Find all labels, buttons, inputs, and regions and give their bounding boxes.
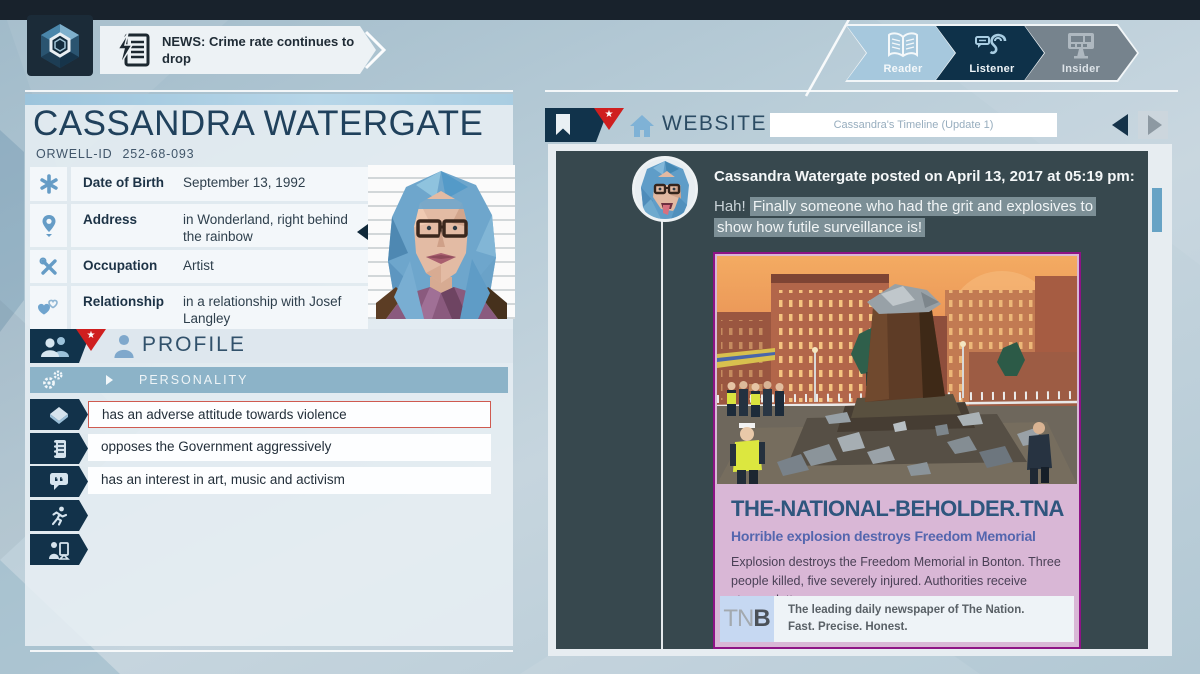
post-lead: Hah! bbox=[714, 198, 746, 215]
category-tab-beliefs[interactable] bbox=[30, 399, 88, 430]
field-value: September 13, 1992 bbox=[183, 175, 306, 190]
top-strip bbox=[0, 0, 1200, 20]
tnb-tagline-1: The leading daily newspaper of The Natio… bbox=[788, 604, 1025, 616]
tnb-logo-tn: TN bbox=[723, 605, 754, 632]
tnb-tagline-2: Fast. Precise. Honest. bbox=[788, 621, 908, 633]
category-tab-records[interactable] bbox=[30, 433, 88, 464]
traveler-icon bbox=[48, 540, 70, 560]
field-label: Address bbox=[83, 212, 138, 227]
ear-icon bbox=[936, 31, 1048, 61]
website-title: WEBSITE bbox=[662, 112, 768, 135]
timeline-line bbox=[661, 216, 663, 649]
banner-chevron bbox=[364, 30, 387, 70]
post-highlighted-text[interactable]: Finally someone who had the grit and exp… bbox=[714, 197, 1097, 237]
hearts-icon bbox=[30, 286, 67, 329]
tools-icon bbox=[30, 250, 67, 283]
article-site-name: THE-NATIONAL-BEHOLDER.TNA bbox=[731, 496, 1064, 521]
avatar-portrait bbox=[635, 159, 695, 219]
photo-pointer bbox=[357, 224, 368, 240]
avatar bbox=[632, 156, 698, 222]
mugshot-photo bbox=[368, 165, 515, 319]
personality-group[interactable]: PERSONALITY bbox=[30, 367, 508, 393]
orwell-id-value: 252-68-093 bbox=[122, 147, 195, 161]
hexagon-gem-icon bbox=[41, 23, 79, 68]
datasheet-row-occupation: Occupation Artist bbox=[30, 250, 368, 283]
runner-icon bbox=[49, 506, 69, 526]
left-bottom-line bbox=[30, 650, 513, 652]
tab-listener-label: Listener bbox=[969, 63, 1015, 75]
chat-quote-icon bbox=[49, 472, 69, 491]
news-flash-icon bbox=[116, 31, 152, 69]
book-icon bbox=[49, 406, 69, 424]
trait-row[interactable]: has an interest in art, music and activi… bbox=[88, 467, 491, 494]
notebook-icon bbox=[50, 439, 68, 459]
tnb-logo-b: B bbox=[753, 605, 771, 632]
mugshot-portrait bbox=[376, 171, 507, 319]
subject-name: CASSANDRA WATERGATE bbox=[33, 104, 484, 143]
chevron-right-icon bbox=[106, 375, 113, 385]
post-author-line: Cassandra Watergate posted on April 13, … bbox=[714, 168, 1135, 185]
profile-title: PROFILE bbox=[142, 333, 246, 356]
datasheet-row-address: Address in Wonderland, right behind the … bbox=[30, 204, 368, 247]
post-body: Hah! Finally someone who had the grit an… bbox=[714, 196, 1132, 238]
scrollbar-thumb[interactable] bbox=[1152, 188, 1162, 232]
article-card: THE-NATIONAL-BEHOLDER.TNA Horrible explo… bbox=[713, 252, 1081, 649]
gears-icon bbox=[43, 370, 63, 389]
forward-arrow-icon[interactable] bbox=[1138, 111, 1168, 139]
tab-reader-label: Reader bbox=[883, 63, 923, 75]
star-icon: ★ bbox=[86, 330, 96, 341]
website-address-dropdown[interactable]: Cassandra's Timeline (Update 1) bbox=[770, 113, 1057, 137]
people-icon bbox=[40, 335, 72, 357]
home-icon[interactable] bbox=[629, 114, 655, 138]
news-label: NEWS: Crime rate continues to drop bbox=[162, 34, 355, 66]
trait-row[interactable]: has an adverse attitude towards violence bbox=[88, 401, 491, 428]
bookmark-icon bbox=[555, 114, 571, 136]
website-content: Cassandra Watergate posted on April 13, … bbox=[556, 151, 1148, 649]
field-label: Relationship bbox=[83, 294, 165, 309]
left-top-line bbox=[25, 90, 513, 92]
datasheet-row-relationship: Relationship in a relationship with Jose… bbox=[30, 286, 368, 329]
field-label: Occupation bbox=[83, 258, 158, 273]
person-icon bbox=[114, 334, 134, 358]
newspaper-brand-bar: TN B The leading daily newspaper of The N… bbox=[720, 596, 1074, 642]
category-tab-movement[interactable] bbox=[30, 534, 88, 565]
orwell-id: ORWELL-ID 252-68-093 bbox=[36, 147, 204, 161]
field-label: Date of Birth bbox=[83, 175, 164, 190]
right-top-line bbox=[545, 90, 1178, 92]
asterisk-icon bbox=[30, 167, 67, 201]
orwell-logo bbox=[27, 15, 93, 76]
explosion-scene-image bbox=[717, 256, 1077, 484]
tnb-logo: TN B bbox=[720, 596, 774, 642]
news-ticker[interactable]: NEWS: Crime rate continues to drop bbox=[100, 26, 376, 74]
tnb-tagline: The leading daily newspaper of The Natio… bbox=[788, 602, 1024, 636]
field-value: in Wonderland, right behind the rainbow bbox=[183, 212, 348, 244]
personality-label: PERSONALITY bbox=[139, 373, 249, 387]
category-tab-activities[interactable] bbox=[30, 500, 88, 531]
article-headline[interactable]: Horrible explosion destroys Freedom Memo… bbox=[731, 528, 1063, 544]
datasheet-row-dob: Date of Birth September 13, 1992 bbox=[30, 167, 368, 201]
field-value: in a relationship with Josef Langley bbox=[183, 294, 342, 326]
orwell-app: NEWS: Crime rate continues to drop Reade… bbox=[0, 0, 1200, 674]
tab-insider-label: Insider bbox=[1061, 63, 1101, 75]
trait-row[interactable]: opposes the Government aggressively bbox=[88, 434, 491, 461]
field-value: Artist bbox=[183, 258, 214, 273]
orwell-id-label: ORWELL-ID bbox=[36, 147, 113, 161]
star-icon: ★ bbox=[604, 109, 614, 120]
article-text-block: THE-NATIONAL-BEHOLDER.TNA Horrible explo… bbox=[717, 484, 1077, 610]
location-pin-icon bbox=[30, 204, 67, 247]
category-tab-statements[interactable] bbox=[30, 466, 88, 497]
back-arrow-icon[interactable] bbox=[1112, 114, 1128, 136]
